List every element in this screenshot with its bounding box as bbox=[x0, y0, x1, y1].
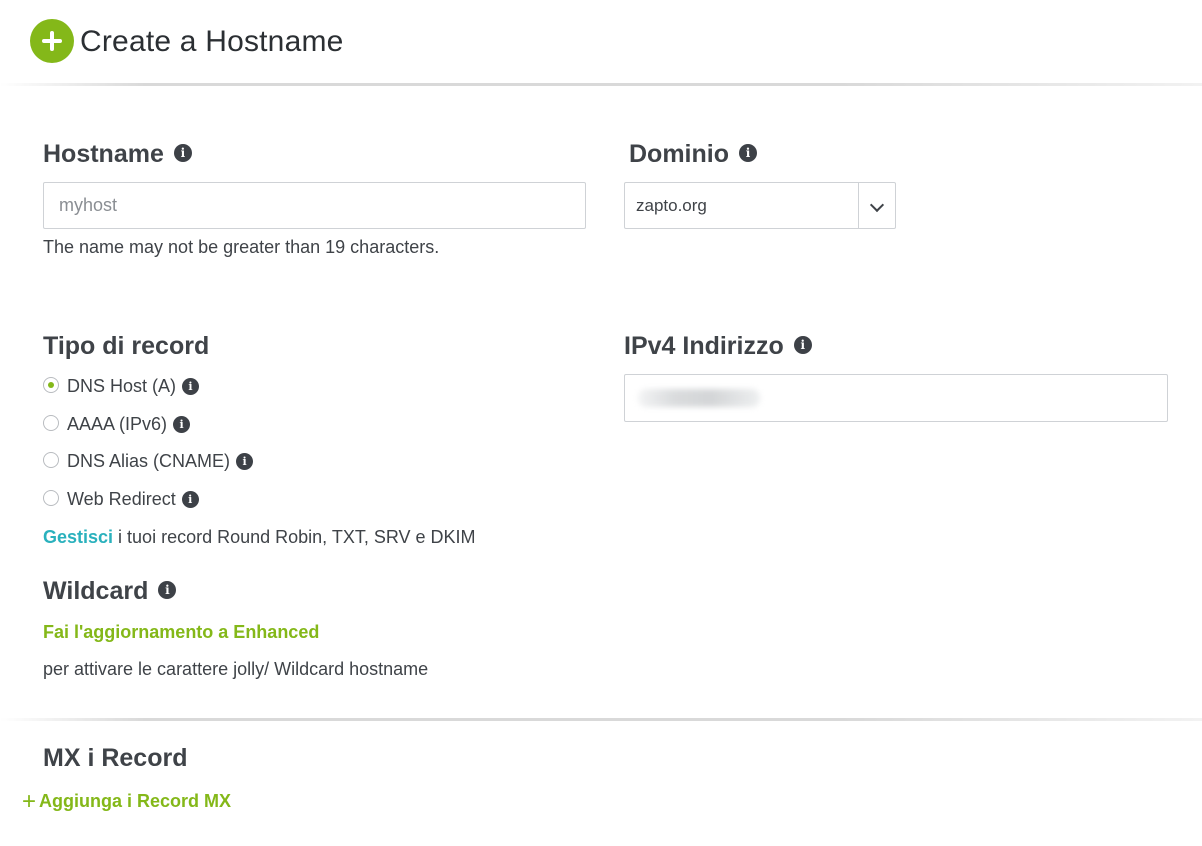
radio-label: DNS Alias (CNAME) bbox=[67, 451, 231, 471]
radio-button[interactable] bbox=[43, 377, 59, 394]
hostname-input[interactable] bbox=[43, 182, 586, 229]
info-icon[interactable]: i bbox=[158, 581, 177, 600]
info-icon[interactable]: i bbox=[739, 144, 757, 163]
radio-option-a[interactable]: DNS Host (A) i bbox=[43, 375, 200, 397]
domain-select-value: zapto.org bbox=[636, 196, 707, 215]
upgrade-enhanced-link[interactable]: Fai l'aggiornamento a Enhanced bbox=[43, 622, 319, 643]
wildcard-label-text: Wildcard bbox=[43, 577, 149, 605]
manage-records-link[interactable]: Gestisci bbox=[43, 527, 113, 547]
manage-records-text: i tuoi record Round Robin, TXT, SRV e DK… bbox=[113, 527, 476, 547]
section-divider bbox=[0, 718, 1202, 721]
add-mx-record-link[interactable]: + Aggiunga i Record MX bbox=[22, 786, 232, 815]
radio-option-aaaa[interactable]: AAAA (IPv6) i bbox=[43, 413, 191, 435]
domain-select[interactable]: zapto.org bbox=[624, 182, 896, 229]
add-circle-icon bbox=[30, 19, 74, 63]
chevron-down-icon[interactable] bbox=[869, 197, 885, 213]
radio-label: Web Redirect bbox=[67, 489, 176, 509]
mx-records-label: MX i Record bbox=[43, 744, 188, 772]
hostname-hint: The name may not be greater than 19 char… bbox=[43, 237, 440, 257]
manage-records-line: Gestisci i tuoi record Round Robin, TXT,… bbox=[43, 527, 476, 548]
ipv4-label-text: IPv4 Indirizzo bbox=[624, 332, 784, 360]
radio-button[interactable] bbox=[43, 452, 59, 469]
info-icon[interactable]: i bbox=[236, 452, 254, 470]
radio-button[interactable] bbox=[43, 415, 59, 432]
redacted-ip-value bbox=[638, 389, 760, 407]
header-divider bbox=[0, 83, 1202, 86]
create-hostname-page: Create a Hostname Hostname i The name may… bbox=[0, 0, 1202, 846]
wildcard-description: per attivare le carattere jolly/ Wildcar… bbox=[43, 659, 429, 679]
radio-label: AAAA (IPv6) bbox=[67, 414, 168, 434]
select-separator bbox=[858, 183, 859, 228]
radio-button[interactable] bbox=[43, 490, 59, 507]
info-icon[interactable]: i bbox=[173, 415, 191, 433]
plus-icon: + bbox=[22, 788, 37, 815]
info-icon[interactable]: i bbox=[173, 144, 192, 163]
domain-label-text: Dominio bbox=[629, 140, 729, 168]
radio-option-cname[interactable]: DNS Alias (CNAME) i bbox=[43, 450, 254, 472]
info-icon[interactable]: i bbox=[793, 336, 812, 355]
add-mx-record-label: Aggiunga i Record MX bbox=[39, 791, 232, 811]
info-icon[interactable]: i bbox=[181, 490, 199, 508]
info-icon[interactable]: i bbox=[182, 377, 200, 395]
radio-label: DNS Host (A) bbox=[67, 376, 177, 396]
ipv4-label: IPv4 Indirizzo i bbox=[624, 331, 812, 361]
domain-label: Dominio i bbox=[629, 139, 757, 169]
page-title: Create a Hostname bbox=[80, 25, 344, 58]
hostname-label-text: Hostname bbox=[43, 140, 164, 168]
radio-option-web-redirect[interactable]: Web Redirect i bbox=[43, 488, 199, 510]
wildcard-label: Wildcard i bbox=[43, 576, 177, 606]
hostname-label: Hostname i bbox=[43, 139, 192, 169]
record-type-label: Tipo di record bbox=[43, 332, 210, 360]
